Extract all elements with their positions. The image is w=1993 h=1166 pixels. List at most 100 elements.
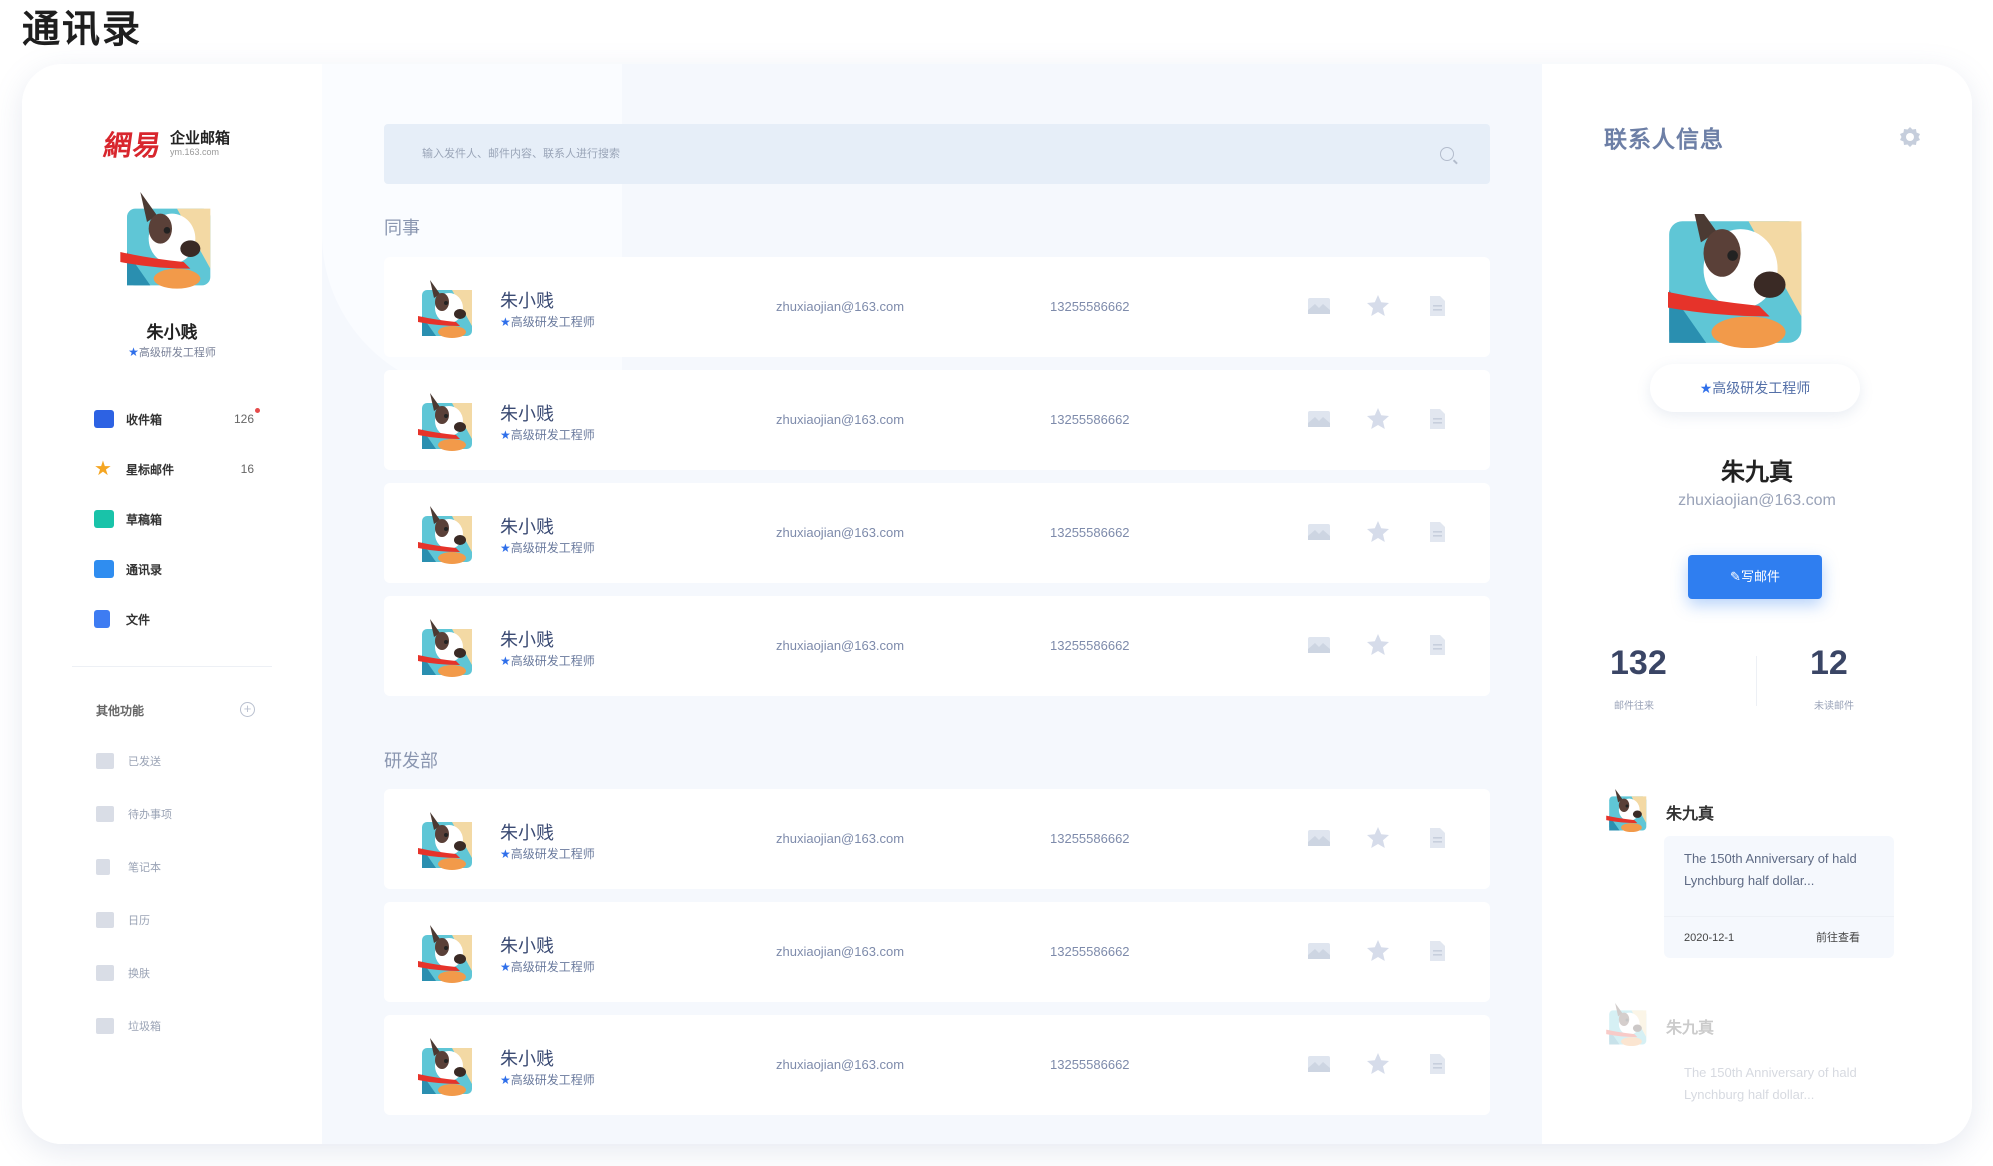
file-icon[interactable] xyxy=(1424,406,1450,432)
notebook-icon xyxy=(96,858,110,875)
badge-star-icon: ★ xyxy=(500,541,511,555)
sidebar-item-trash[interactable]: 垃圾箱 xyxy=(96,999,256,1052)
sidebar-item-starred[interactable]: ★ 星标邮件 16 xyxy=(94,444,254,494)
badge-star-icon: ★ xyxy=(500,654,511,668)
message-card[interactable]: The 150th Anniversary of hald Lynchburg … xyxy=(1664,1050,1894,1130)
unread-dot xyxy=(255,408,260,413)
sidebar-item-notebook[interactable]: 笔记本 xyxy=(96,840,256,893)
file-icon[interactable] xyxy=(1424,519,1450,545)
search-icon[interactable] xyxy=(1440,147,1454,161)
logo[interactable]: 網易 企业邮箱 ym.163.com xyxy=(101,124,230,164)
avatar xyxy=(416,389,476,451)
sidebar-item-sent[interactable]: 已发送 xyxy=(96,734,256,787)
star-icon[interactable] xyxy=(1365,632,1391,658)
sidebar-item-files[interactable]: 文件 xyxy=(94,594,254,644)
contact-row[interactable]: 朱小贱 ★高级研发工程师 zhuxiaojian@163.com 1325558… xyxy=(384,370,1490,470)
sidebar-item-label: 通讯录 xyxy=(126,562,163,577)
stat-label: 邮件往来 xyxy=(1614,701,1654,712)
contact-email: zhuxiaojian@163.com xyxy=(776,299,905,314)
contact-name: 朱小贱 xyxy=(500,1049,554,1069)
mail-icon[interactable] xyxy=(1306,406,1332,432)
sidebar-item-contacts[interactable]: 通讯录 xyxy=(94,544,254,594)
group-title: 同事 xyxy=(384,218,420,238)
file-icon[interactable] xyxy=(1424,293,1450,319)
stat-value: 12 xyxy=(1810,644,1848,682)
sidebar-item-label: 草稿箱 xyxy=(126,512,163,527)
contact-email: zhuxiaojian@163.com xyxy=(776,1057,905,1072)
mail-icon[interactable] xyxy=(1306,825,1332,851)
sidebar: 網易 企业邮箱 ym.163.com 朱小贱 ★高级研发工程师 收件箱 126 … xyxy=(22,64,322,1144)
sidebar-item-calendar[interactable]: 日历 xyxy=(96,893,256,946)
contact-row[interactable]: 朱小贱 ★高级研发工程师 zhuxiaojian@163.com 1325558… xyxy=(384,789,1490,889)
contact-name: 朱九真 xyxy=(1721,459,1793,486)
contact-detail-panel: 联系人信息 ★高级研发工程师 朱九真 zhuxiaojian@163.com ✎… xyxy=(1542,64,1972,1144)
file-icon[interactable] xyxy=(1424,632,1450,658)
contact-phone: 13255586662 xyxy=(1050,412,1130,427)
badge-star-icon: ★ xyxy=(500,428,511,442)
contact-row[interactable]: 朱小贱 ★高级研发工程师 zhuxiaojian@163.com 1325558… xyxy=(384,483,1490,583)
view-link[interactable]: 前往查看 xyxy=(1816,917,1860,958)
gear-icon[interactable] xyxy=(1899,126,1921,148)
star-icon[interactable] xyxy=(1365,825,1391,851)
file-icon[interactable] xyxy=(1424,1051,1450,1077)
contact-title: ★高级研发工程师 xyxy=(500,654,595,668)
contact-name: 朱小贱 xyxy=(500,823,554,843)
star-icon[interactable] xyxy=(1365,519,1391,545)
contact-title: ★高级研发工程师 xyxy=(500,428,595,442)
logo-subtitle: ym.163.com xyxy=(170,147,220,157)
contact-title: ★高级研发工程师 xyxy=(500,847,595,861)
divider xyxy=(72,666,272,667)
contact-row[interactable]: 朱小贱 ★高级研发工程师 zhuxiaojian@163.com 1325558… xyxy=(384,902,1490,1002)
star-icon[interactable] xyxy=(1365,293,1391,319)
contact-phone: 13255586662 xyxy=(1050,299,1130,314)
avatar[interactable] xyxy=(117,182,217,292)
contact-phone: 13255586662 xyxy=(1050,831,1130,846)
add-icon[interactable]: + xyxy=(240,702,255,717)
avatar xyxy=(416,615,476,677)
badge-star-icon: ★ xyxy=(128,345,139,359)
file-icon[interactable] xyxy=(1424,938,1450,964)
mail-icon[interactable] xyxy=(1306,938,1332,964)
file-icon[interactable] xyxy=(1424,825,1450,851)
mail-icon[interactable] xyxy=(1306,293,1332,319)
profile-title: ★高级研发工程师 xyxy=(128,345,216,359)
contact-email: zhuxiaojian@163.com xyxy=(776,944,905,959)
message-preview: The 150th Anniversary of hald Lynchburg … xyxy=(1684,1065,1857,1102)
sidebar-item-todo[interactable]: 待办事项 xyxy=(96,787,256,840)
divider xyxy=(1756,656,1757,706)
trash-icon xyxy=(96,1017,114,1034)
contact-email: zhuxiaojian@163.com xyxy=(776,412,905,427)
message-sender: 朱九真 xyxy=(1666,1020,1715,1037)
star-icon[interactable] xyxy=(1365,406,1391,432)
sidebar-item-drafts[interactable]: 草稿箱 xyxy=(94,494,254,544)
stat-label: 未读邮件 xyxy=(1814,701,1854,712)
search-bar xyxy=(384,124,1490,184)
sidebar-item-skin[interactable]: 换肤 xyxy=(96,946,256,999)
contact-email: zhuxiaojian@163.com xyxy=(776,638,905,653)
mail-icon[interactable] xyxy=(1306,632,1332,658)
sent-icon xyxy=(96,752,114,769)
star-icon[interactable] xyxy=(1365,1051,1391,1077)
other-functions-title: 其他功能 xyxy=(96,704,145,718)
badge-star-icon: ★ xyxy=(500,315,511,329)
contact-name: 朱小贱 xyxy=(500,936,554,956)
contact-avatar xyxy=(1668,214,1842,378)
avatar xyxy=(416,502,476,564)
mail-icon[interactable] xyxy=(1306,1051,1332,1077)
contact-row[interactable]: 朱小贱 ★高级研发工程师 zhuxiaojian@163.com 1325558… xyxy=(384,1015,1490,1115)
contact-title: ★高级研发工程师 xyxy=(500,315,595,329)
contact-row[interactable]: 朱小贱 ★高级研发工程师 zhuxiaojian@163.com 1325558… xyxy=(384,596,1490,696)
message-preview: The 150th Anniversary of hald Lynchburg … xyxy=(1684,851,1857,888)
contact-email: zhuxiaojian@163.com xyxy=(776,525,905,540)
mail-icon[interactable] xyxy=(1306,519,1332,545)
panel-title: 联系人信息 xyxy=(1604,126,1724,152)
other-nav: 已发送 待办事项 笔记本 日历 换肤 垃圾箱 xyxy=(96,734,256,1052)
compose-button[interactable]: ✎写邮件 xyxy=(1688,555,1822,599)
search-input[interactable] xyxy=(384,124,1384,184)
star-icon[interactable] xyxy=(1365,938,1391,964)
sidebar-item-inbox[interactable]: 收件箱 126 xyxy=(94,394,260,444)
contact-row[interactable]: 朱小贱 ★高级研发工程师 zhuxiaojian@163.com 1325558… xyxy=(384,257,1490,357)
avatar xyxy=(416,1034,476,1096)
stat-value: 132 xyxy=(1610,644,1667,682)
message-card[interactable]: The 150th Anniversary of hald Lynchburg … xyxy=(1664,836,1894,958)
